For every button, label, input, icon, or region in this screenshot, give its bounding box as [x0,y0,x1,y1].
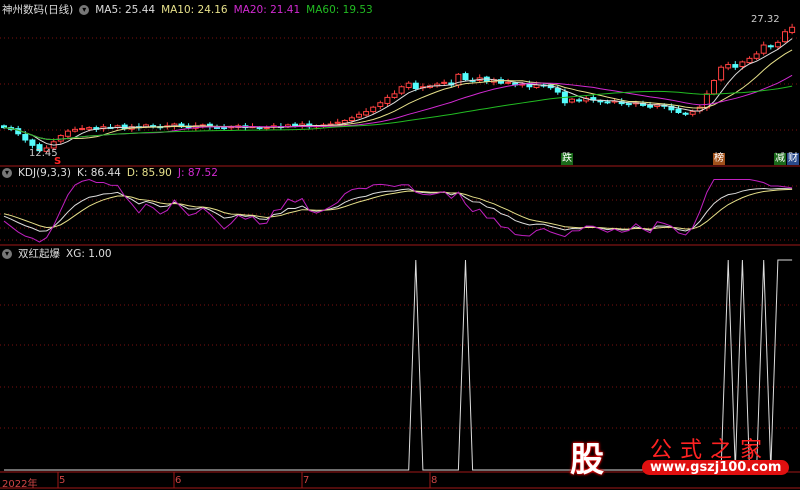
candle-body [384,96,391,104]
candle-body [732,64,739,68]
high-price-label: 27.32 [751,14,780,25]
watermark-char: 股 [570,440,604,480]
axis-month-8: 8 [431,475,438,486]
candle-body [214,126,220,129]
candle-body [462,73,469,81]
candle-body [348,117,355,121]
candle-body [753,53,760,59]
candle-body [72,128,78,132]
candle-body [774,41,781,48]
kdj-k: K: 86.44 [76,167,121,179]
candle-body [576,99,583,102]
candle-body [682,112,689,115]
candle-body [789,26,796,33]
candle-body [391,93,398,98]
candle-body [412,82,419,90]
candle-body [505,81,512,84]
ma5-label: MA5: 25.44 [95,3,156,16]
candle-body [334,121,341,124]
kdj-j: J: 87.52 [177,167,218,179]
stock-chart [0,23,800,489]
candle-body [405,82,412,88]
candle-body [441,81,448,84]
chevron-down-icon[interactable]: ▾ [79,4,90,15]
axis-month-7: 7 [303,475,310,486]
main-header: 神州数码(日线) ▾ MA5: 25.44 MA10: 24.16 MA20: … [2,2,373,17]
xg-value: XG: 1.00 [66,247,112,260]
candle-body [711,80,717,95]
candle-body [533,84,540,88]
candle-body [689,111,696,115]
candle-body [604,101,611,104]
marker-die[interactable]: 跌 [561,153,573,165]
candle-body [625,103,632,106]
candle-body [760,44,767,54]
candle-body [782,31,788,43]
watermark-logo: 股 公式之家 www.gszj100.com [560,430,790,480]
kdj-j-line [3,178,793,243]
ma60-label: MA60: 19.53 [306,3,373,16]
marker-jian[interactable]: 减 [774,153,786,165]
candle-body [356,113,362,118]
ma20-label: MA20: 21.41 [233,3,301,16]
candle-body [767,45,774,48]
candle-body [22,134,29,141]
candle-body [554,87,561,93]
candle-body [86,127,93,130]
kdj-title: KDJ(9,3,3) [18,167,71,179]
candle-body [64,130,71,137]
candle-body [597,100,604,103]
kdj-k-line [3,188,793,232]
kdj-header: ▾ KDJ(9,3,3) K: 86.44 D: 85.90 J: 87.52 [2,167,218,179]
marker-cai[interactable]: 财 [787,153,799,165]
chevron-down-icon[interactable]: ▾ [2,168,12,178]
candle-body [370,106,377,113]
ma60-line [3,85,793,141]
candle-body [398,86,405,94]
candle-body [79,127,86,130]
candle-body [29,139,36,146]
axis-year: 2022年 [2,479,38,490]
kdj-d: D: 85.90 [126,167,172,179]
candle-body [377,102,384,107]
candle-body [221,127,228,130]
candle-body [647,104,654,108]
xg-title: 双红起爆 [18,248,60,260]
candle-body [569,98,575,103]
xg-header: ▾ 双红起爆 XG: 1.00 [2,246,112,261]
ma10-label: MA10: 24.16 [161,3,228,16]
stock-title: 神州数码(日线) [2,4,74,16]
marker-bang[interactable]: 榜 [713,153,725,165]
candle-body [718,66,725,81]
chevron-down-icon[interactable]: ▾ [2,248,12,259]
candle-body [725,64,732,69]
watermark-url: www.gszj100.com [642,460,790,475]
candle-body [746,57,753,64]
candle-body [739,61,746,68]
axis-month-6: 6 [175,475,182,486]
axis-month-5: 5 [59,475,66,486]
candle-body [57,135,64,142]
candle-body [675,108,682,113]
candle-body [363,111,370,116]
candle-body [263,127,270,130]
